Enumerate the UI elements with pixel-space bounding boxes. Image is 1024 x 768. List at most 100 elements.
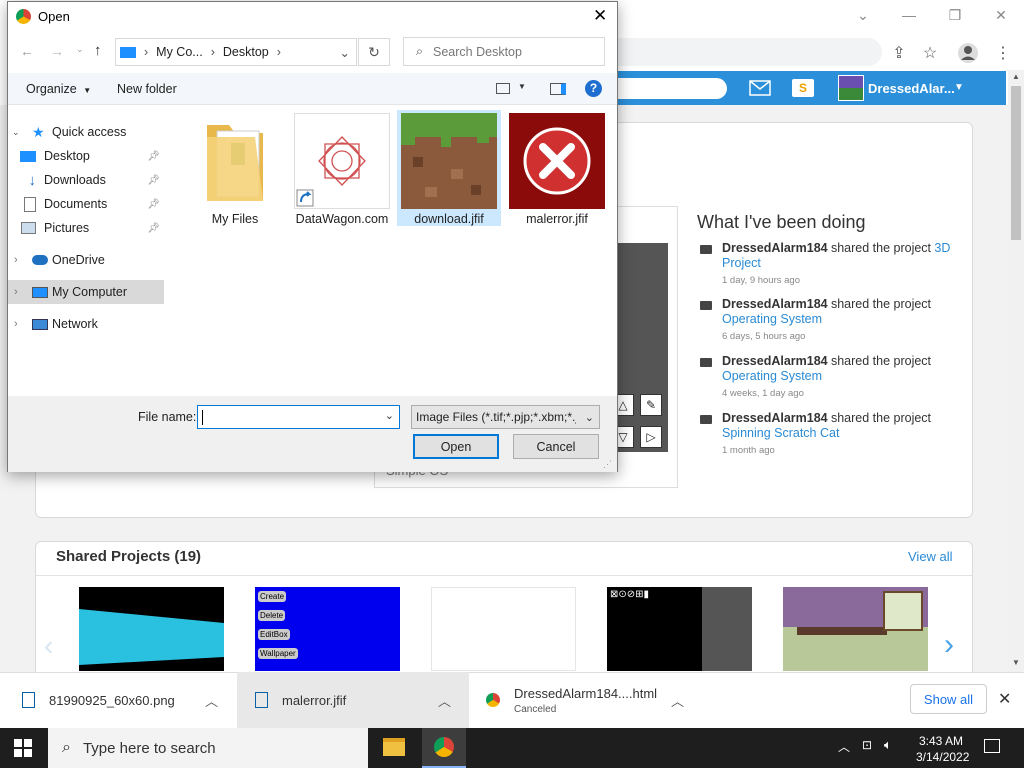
username[interactable]: DressedAlar... [868,81,955,96]
activity-user[interactable]: DressedAlarm184 [722,354,828,368]
chevron-down-icon[interactable]: ⌄ [340,45,350,60]
file-item[interactable]: My Files [183,113,287,226]
pin-icon[interactable]: 📌︎ [147,199,164,210]
close-icon[interactable]: ✕ [978,0,1024,30]
notification-icon[interactable] [984,739,1000,753]
activity-project-link[interactable]: Operating System [722,369,822,383]
thumb-menu-item: EditBox [258,629,290,640]
download-item[interactable]: malerror.jfif ︿ [237,672,469,728]
chevron-down-icon[interactable]: ⌄ [76,44,84,55]
profile-icon[interactable] [955,40,981,66]
file-type-select[interactable]: Image Files (*.tif;*.pjp;*.xbm;*.jxl;*.s… [411,405,600,429]
file-name-input[interactable]: ⌄ [197,405,400,429]
file-explorer-icon[interactable] [383,738,405,756]
nav-item-onedrive[interactable]: › OneDrive [8,248,164,272]
featured-project-thumbnail[interactable] [612,243,668,452]
forward-arrow-icon[interactable]: → [50,43,64,59]
activity-user[interactable]: DressedAlarm184 [722,411,828,425]
chevron-down-icon[interactable]: ⌄ [385,409,394,422]
open-button[interactable]: Open [413,434,499,459]
resize-grip-icon[interactable]: ⋰ [603,459,612,470]
breadcrumb-item[interactable]: Desktop [223,45,269,59]
chevron-down-icon[interactable]: ⌄ [840,0,886,30]
project-thumbnail[interactable] [783,587,928,671]
carousel-next-icon[interactable]: › [944,628,954,662]
clock[interactable]: 3:43 AM 3/14/2022 [916,734,969,764]
pin-icon[interactable]: 📌︎ [147,175,164,186]
cancel-button[interactable]: Cancel [513,434,599,459]
star-icon[interactable]: ☆ [917,40,943,66]
carousel-prev-icon[interactable]: ‹ [44,630,53,662]
chevron-up-icon[interactable]: ︿ [438,691,451,710]
restore-icon[interactable]: ❐ [932,0,978,30]
nav-item-downloads[interactable]: ↓ Downloads 📌︎ [8,168,164,192]
close-icon[interactable]: ✕ [593,6,607,26]
taskbar-search[interactable]: ⌕ Type here to search [48,728,368,768]
breadcrumb[interactable]: › My Co... › Desktop › ⌄ [115,38,357,66]
chevron-up-icon[interactable]: ︿ [838,738,850,755]
chevron-up-icon[interactable]: ︿ [205,691,218,710]
avatar[interactable] [838,75,864,101]
new-folder-button[interactable]: New folder [117,82,177,96]
activity-user[interactable]: DressedAlarm184 [722,241,828,255]
messages-icon[interactable] [749,80,771,99]
share-icon[interactable]: ⇪ [886,40,912,66]
nav-item-desktop[interactable]: Desktop 📌︎ [8,144,164,168]
chevron-down-icon[interactable]: ▼ [518,82,526,91]
chevron-down-icon[interactable]: ▼ [954,82,964,93]
dialog-search-input[interactable]: ⌕ Search Desktop [403,37,605,66]
chevron-right-icon[interactable]: › [8,318,26,330]
pin-icon[interactable]: 📌︎ [147,223,164,234]
image-icon [401,113,497,209]
up-arrow-icon[interactable]: ↑ [94,42,102,59]
scrollbar-thumb[interactable] [1011,86,1021,240]
menu-icon[interactable]: ⋮ [990,40,1016,66]
nav-item-pictures[interactable]: Pictures 📌︎ [8,216,164,240]
nav-item-documents[interactable]: Documents 📌︎ [8,192,164,216]
chevron-down-icon: ▼ [83,86,92,95]
scroll-up-icon[interactable]: ▲ [1012,72,1020,81]
download-item[interactable]: 81990925_60x60.png ︿ [0,672,235,728]
breadcrumb-item[interactable]: My Co... [156,45,203,59]
project-thumbnail[interactable]: ⊠⊙⊘⊞▮ [607,587,752,671]
windows-start-icon[interactable] [14,739,32,760]
file-item-selected[interactable]: download.jfif [397,113,501,226]
back-arrow-icon[interactable]: ← [20,43,34,59]
my-stuff-icon[interactable]: S [792,79,814,97]
nav-item-quick-access[interactable]: ⌄ ★ Quick access [8,120,164,144]
volume-icon[interactable]: 🔈︎ [884,737,892,753]
project-thumbnail[interactable]: Create Delete EditBox Wallpaper [255,587,400,671]
chevron-right-icon[interactable]: › [8,286,26,298]
project-thumbnail[interactable] [431,587,576,671]
scratch-search-input[interactable] [612,78,727,99]
project-thumbnail[interactable] [79,587,224,671]
organize-button[interactable]: Organize ▼ [26,82,91,96]
file-item[interactable]: malerror.jfif [505,113,609,226]
file-type-value: Image Files (*.tif;*.pjp;*.xbm;*.jxl;*.s… [416,410,576,424]
network-icon[interactable]: ⊡ [862,738,872,752]
help-icon[interactable]: ? [585,80,602,97]
minimize-icon[interactable]: — [886,0,932,30]
refresh-icon[interactable]: ↻ [358,38,390,66]
preview-pane-icon[interactable] [550,83,566,95]
chrome-taskbar-button[interactable] [422,728,466,768]
view-options-icon[interactable] [496,83,510,94]
activity-user[interactable]: DressedAlarm184 [722,297,828,311]
view-all-link[interactable]: View all [908,549,953,564]
chevron-down-icon[interactable]: ⌄ [585,411,594,424]
activity-project-link[interactable]: Operating System [722,312,822,326]
chevron-right-icon[interactable]: › [8,254,26,266]
chevron-down-icon[interactable]: ⌄ [8,127,26,138]
file-item[interactable]: DataWagon.com [290,113,394,226]
close-icon[interactable]: ✕ [998,689,1011,709]
pin-icon[interactable]: 📌︎ [147,151,164,162]
address-bar[interactable] [612,38,882,66]
activity-project-link[interactable]: Spinning Scratch Cat [722,426,839,440]
show-all-button[interactable]: Show all [910,684,987,714]
computer-icon [120,46,136,58]
download-item[interactable]: DressedAlarm184....html Canceled ︿ [470,672,702,728]
nav-item-my-computer[interactable]: › My Computer [8,280,164,304]
scroll-down-icon[interactable]: ▼ [1012,658,1020,667]
chevron-up-icon[interactable]: ︿ [671,691,684,710]
nav-item-network[interactable]: › Network [8,312,164,336]
